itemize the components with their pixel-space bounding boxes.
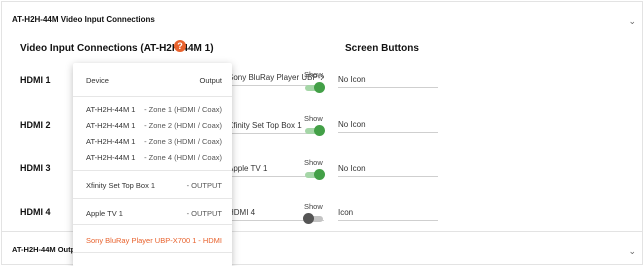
option-device: Xfinity Set Top Box 1 <box>86 181 156 190</box>
dropdown-option[interactable]: Apple TV 1 - OUTPUT <box>86 209 222 218</box>
divider <box>73 170 232 171</box>
option-device: AT-H2H-44M 1 <box>86 105 136 114</box>
show-label: Show <box>304 114 323 123</box>
show-toggle-hdmi-4[interactable] <box>303 213 323 224</box>
dropdown-header-device: Device <box>86 76 109 85</box>
option-device: AT-H2H-44M 1 <box>86 137 136 146</box>
option-device: AT-H2H-44M 1 <box>86 153 136 162</box>
option-device: AT-H2H-44M 1 <box>86 121 136 130</box>
toggle-knob <box>314 125 325 136</box>
dropdown-option[interactable]: AT-H2H-44M 1 - Zone 3 (HDMI / Coax) <box>86 137 222 146</box>
toggle-knob <box>314 82 325 93</box>
icon-field-hdmi-1[interactable]: No Icon <box>338 74 438 88</box>
show-label: Show <box>304 158 323 167</box>
icon-field-hdmi-2[interactable]: No Icon <box>338 119 438 133</box>
show-toggle-hdmi-1[interactable] <box>305 82 325 93</box>
show-toggle-hdmi-2[interactable] <box>305 125 325 136</box>
page: AT-H2H-44M Video Input Connections ⌄ Vid… <box>1 1 643 266</box>
divider <box>73 198 232 199</box>
dropdown-header-output: Output <box>199 76 222 85</box>
row-label-hdmi-4: HDMI 4 <box>20 207 51 217</box>
dropdown-option[interactable]: Xfinity Set Top Box 1 - OUTPUT <box>86 181 222 190</box>
row-label-hdmi-1: HDMI 1 <box>20 75 51 85</box>
video-input-connections-header[interactable]: AT-H2H-44M Video Input Connections ⌄ <box>1 1 643 35</box>
option-output: - Zone 3 (HDMI / Coax) <box>144 137 222 146</box>
icon-field-hdmi-4[interactable]: Icon <box>338 207 438 221</box>
divider <box>73 96 232 97</box>
icon-field-hdmi-3[interactable]: No Icon <box>338 163 438 177</box>
help-icon[interactable]: ? <box>174 40 186 52</box>
row-label-hdmi-3: HDMI 3 <box>20 163 51 173</box>
show-label: Show <box>304 202 323 211</box>
section-title: AT-H2H-44M Outpu <box>12 245 80 254</box>
option-output: - HDMI <box>198 236 222 245</box>
dropdown-header: Device Output <box>86 76 222 85</box>
screen-buttons-heading: Screen Buttons <box>345 43 419 54</box>
option-output: - OUTPUT <box>186 181 222 190</box>
divider <box>73 224 232 225</box>
divider <box>73 252 232 253</box>
option-output: - Zone 2 (HDMI / Coax) <box>144 121 222 130</box>
dropdown-option-selected[interactable]: Sony BluRay Player UBP-X700 1 - HDMI <box>86 236 222 245</box>
option-output: - Zone 1 (HDMI / Coax) <box>144 105 222 114</box>
option-device: Apple TV 1 <box>86 209 123 218</box>
chevron-down-icon[interactable]: ⌄ <box>628 246 636 257</box>
toggle-knob <box>303 213 314 224</box>
dropdown-option[interactable]: AT-H2H-44M 1 - Zone 4 (HDMI / Coax) <box>86 153 222 162</box>
chevron-down-icon[interactable]: ⌄ <box>628 16 636 27</box>
option-device: Sony BluRay Player UBP-X700 1 <box>86 236 197 245</box>
dropdown-option[interactable]: AT-H2H-44M 1 - Zone 2 (HDMI / Coax) <box>86 121 222 130</box>
row-label-hdmi-2: HDMI 2 <box>20 120 51 130</box>
show-toggle-hdmi-3[interactable] <box>305 169 325 180</box>
dropdown-option[interactable]: AT-H2H-44M 1 - Zone 1 (HDMI / Coax) <box>86 105 222 114</box>
option-output: - OUTPUT <box>186 209 222 218</box>
source-device-dropdown: Device Output AT-H2H-44M 1 - Zone 1 (HDM… <box>73 63 232 266</box>
option-output: - Zone 4 (HDMI / Coax) <box>144 153 222 162</box>
show-label: Show <box>304 70 323 79</box>
toggle-knob <box>314 169 325 180</box>
section-title: AT-H2H-44M Video Input Connections <box>12 15 155 24</box>
